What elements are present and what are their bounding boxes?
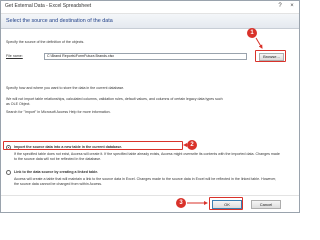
window-title: Get External Data - Excel Spreadsheet bbox=[5, 3, 92, 9]
file-name-label: File name: bbox=[6, 54, 23, 58]
import-note-line-2: as OLE Object. bbox=[6, 101, 31, 106]
banner-title: Select the source and destination of the… bbox=[6, 18, 113, 24]
link-option-title[interactable]: Link to the data source by creating a li… bbox=[14, 170, 98, 175]
import-option-description: If the specified table does not exist, A… bbox=[14, 152, 280, 161]
browse-highlight-box bbox=[255, 50, 286, 62]
import-note-line-1: We will not import table relationships, … bbox=[6, 97, 223, 101]
file-name-input[interactable]: C:\Brand Reports\FormFutura Brands.xlsx bbox=[44, 53, 247, 60]
help-button[interactable]: ? bbox=[275, 2, 285, 11]
step-3-badge: 3 bbox=[176, 198, 186, 208]
footer-divider bbox=[1, 195, 299, 196]
title-bar: Get External Data - Excel Spreadsheet ? … bbox=[1, 1, 299, 14]
source-intro-text: Specify the source of the definition of … bbox=[6, 40, 85, 44]
link-radio-button[interactable] bbox=[6, 169, 11, 175]
step-1-badge: 1 bbox=[247, 28, 257, 38]
header-banner: Select the source and destination of the… bbox=[1, 14, 299, 29]
step-2-badge: 2 bbox=[187, 140, 197, 150]
storage-intro-text: Specify how and where you want to store … bbox=[6, 86, 125, 90]
link-option-description: Access will create a table that will mai… bbox=[14, 177, 277, 186]
help-search-hint: Search for "Import" in Microsoft Access … bbox=[6, 110, 111, 114]
close-button[interactable]: × bbox=[287, 2, 297, 11]
ok-highlight-box bbox=[209, 197, 243, 210]
cancel-button[interactable]: Cancel bbox=[251, 200, 281, 209]
import-option-highlight-box bbox=[3, 141, 183, 150]
